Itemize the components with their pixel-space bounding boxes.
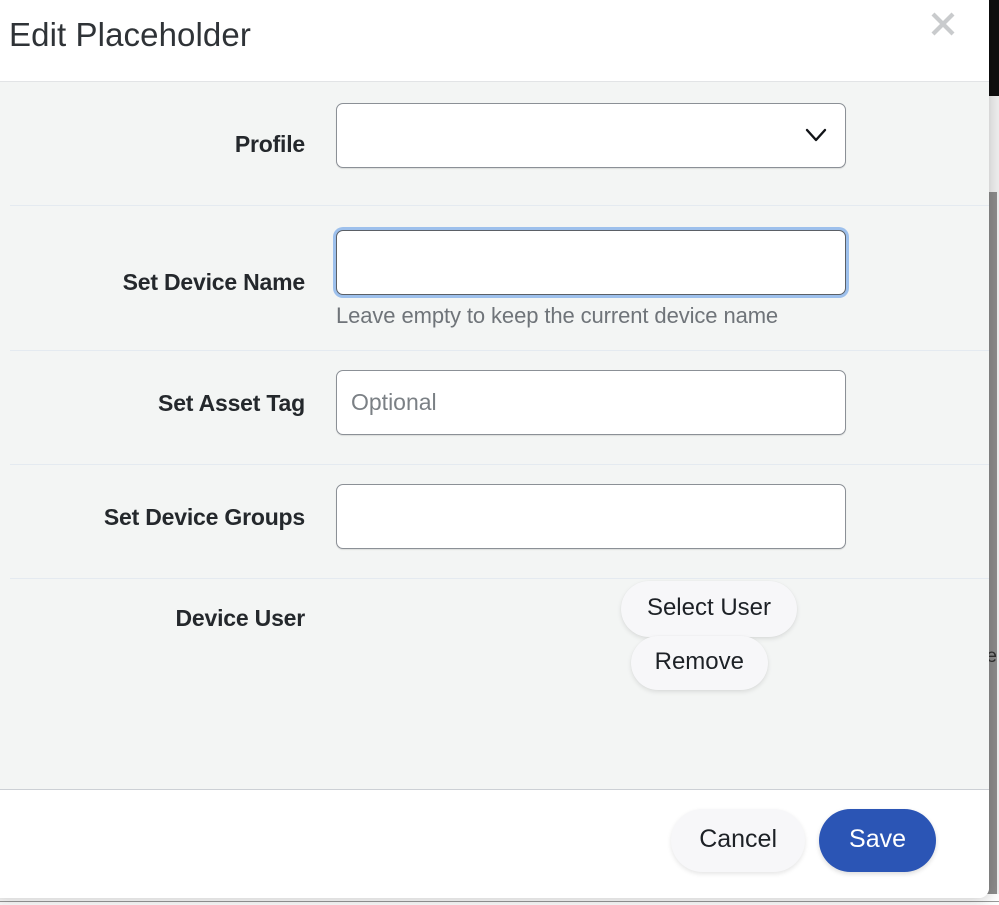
device-name-help-text: Leave empty to keep the current device n… bbox=[336, 303, 779, 328]
label-set-asset-tag: Set Asset Tag bbox=[158, 390, 305, 416]
form-row-device-groups: Set Device Groups bbox=[10, 464, 989, 578]
set-device-groups-input[interactable] bbox=[336, 484, 846, 549]
field-set-device-name: Leave empty to keep the current device n… bbox=[315, 206, 989, 330]
background-bottom-divider bbox=[0, 901, 999, 902]
close-icon[interactable] bbox=[924, 5, 962, 43]
footer-actions: Cancel Save bbox=[671, 809, 936, 872]
select-user-button[interactable]: Select User bbox=[620, 581, 797, 637]
form-row-asset-tag: Set Asset Tag bbox=[10, 350, 989, 464]
cancel-button[interactable]: Cancel bbox=[671, 809, 806, 872]
field-set-asset-tag bbox=[315, 351, 989, 435]
field-profile bbox=[315, 82, 989, 168]
label-set-device-groups: Set Device Groups bbox=[103, 504, 305, 530]
dialog-title: Edit Placeholder bbox=[9, 16, 251, 53]
save-button[interactable]: Save bbox=[819, 809, 936, 872]
profile-select-wrapper bbox=[336, 103, 846, 168]
set-device-name-input[interactable] bbox=[336, 230, 846, 295]
form-row-device-user: Device User Select User Remove bbox=[10, 578, 989, 759]
label-set-device-name: Set Device Name bbox=[122, 269, 306, 295]
dialog-header: Edit Placeholder bbox=[0, 0, 989, 82]
dialog-footer: Cancel Save bbox=[0, 790, 989, 898]
field-set-device-groups bbox=[315, 465, 989, 549]
set-asset-tag-input[interactable] bbox=[336, 370, 846, 435]
field-device-user: Select User Remove bbox=[315, 579, 989, 690]
dialog-body: Profile Set Device Name Leave empty to k… bbox=[0, 82, 989, 790]
remove-user-button[interactable]: Remove bbox=[630, 636, 768, 690]
device-user-actions: Select User Remove bbox=[336, 579, 846, 690]
label-profile: Profile bbox=[234, 131, 305, 157]
form-row-profile: Profile bbox=[10, 82, 989, 205]
profile-select[interactable] bbox=[336, 103, 846, 168]
form-row-device-name: Set Device Name Leave empty to keep the … bbox=[10, 205, 989, 350]
label-device-user: Device User bbox=[175, 605, 306, 631]
edit-placeholder-dialog: Edit Placeholder Profile Set Device Name… bbox=[0, 0, 989, 898]
